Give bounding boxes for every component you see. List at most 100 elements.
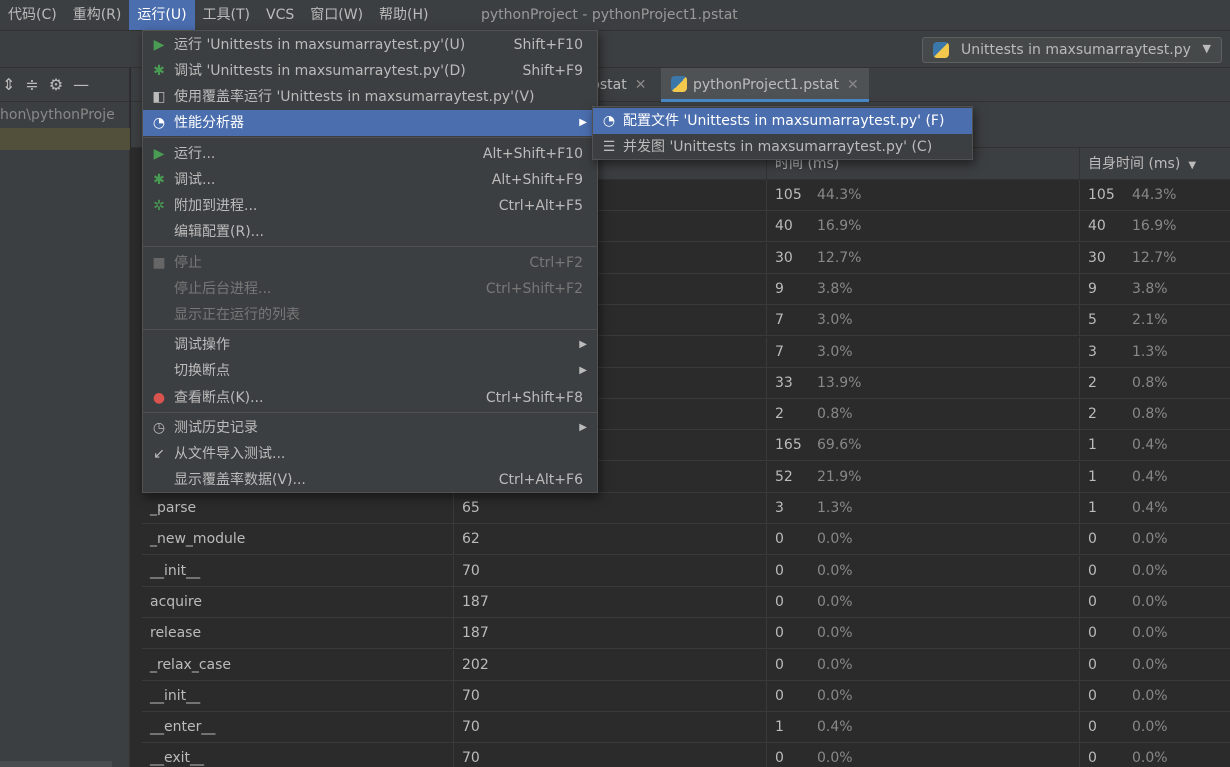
menu-concurrency-diagram[interactable]: ☰ 并发图 'Unittests in maxsumarraytest.py' … bbox=[593, 134, 972, 160]
call-count-cell: 70 bbox=[453, 712, 766, 744]
time-cell: 52 bbox=[766, 461, 811, 493]
menu-item-shortcut: Ctrl+F2 bbox=[529, 255, 583, 271]
own-time-cell: 40 bbox=[1079, 211, 1124, 243]
time-cell: 30 bbox=[766, 242, 811, 274]
own-time-cell: 0 bbox=[1079, 555, 1124, 587]
menu-run-ellipsis[interactable]: ▶ 运行... Alt+Shift+F10 bbox=[143, 141, 597, 167]
menu-debug-ellipsis[interactable]: ✱ 调试... Alt+Shift+F9 bbox=[143, 167, 597, 193]
python-config-icon bbox=[933, 42, 949, 58]
menu-code[interactable]: 代码(C) bbox=[0, 0, 65, 30]
menu-attach-to-process[interactable]: ✲ 附加到进程... Ctrl+Alt+F5 bbox=[143, 193, 597, 219]
menu-item-shortcut: Ctrl+Alt+F5 bbox=[498, 198, 583, 214]
menu-debug-unittests[interactable]: ✱ 调试 'Unittests in maxsumarraytest.py'(D… bbox=[143, 58, 597, 84]
own-time-percent-cell: 2.1% bbox=[1132, 312, 1168, 329]
own-time-percent-cell: 0.8% bbox=[1132, 374, 1168, 391]
menu-debug-actions[interactable]: 调试操作 ▶ bbox=[143, 332, 597, 358]
function-name-cell: acquire bbox=[150, 593, 202, 610]
menu-item-shortcut: Alt+Shift+F9 bbox=[491, 172, 583, 188]
menu-item-shortcut: Ctrl+Shift+F2 bbox=[485, 281, 583, 297]
run-menu: ▶ 运行 'Unittests in maxsumarraytest.py'(U… bbox=[142, 30, 598, 493]
project-path[interactable]: hon\pythonProje bbox=[0, 102, 129, 128]
table-row[interactable]: release 187 0 0.0% 0 0.0% bbox=[142, 618, 1230, 650]
time-percent-cell: 1.3% bbox=[817, 500, 853, 516]
menu-item-label: 编辑配置(R)... bbox=[174, 224, 265, 240]
menu-run-with-coverage[interactable]: ◧ 使用覆盖率运行 'Unittests in maxsumarraytest.… bbox=[143, 84, 597, 110]
time-cell: 1 bbox=[766, 712, 811, 744]
horizontal-scrollbar[interactable] bbox=[0, 761, 112, 767]
menu-import-tests[interactable]: ↙ 从文件导入测试... bbox=[143, 441, 597, 467]
table-row[interactable]: acquire 187 0 0.0% 0 0.0% bbox=[142, 586, 1230, 618]
menu-vcs[interactable]: VCS bbox=[258, 0, 302, 30]
profiler-submenu: ◔ 配置文件 'Unittests in maxsumarraytest.py'… bbox=[592, 106, 973, 160]
table-row[interactable]: __exit__ 70 0 0.0% 0 0.0% bbox=[142, 743, 1230, 767]
function-name-cell: _parse bbox=[150, 500, 197, 516]
call-count-cell: 202 bbox=[453, 649, 766, 681]
own-time-cell: 1 bbox=[1079, 461, 1124, 493]
debug-icon: ✱ bbox=[153, 172, 165, 188]
own-time-cell: 0 bbox=[1079, 712, 1124, 744]
table-row[interactable]: __init__ 70 0 0.0% 0 0.0% bbox=[142, 555, 1230, 587]
own-time-cell: 2 bbox=[1079, 367, 1124, 399]
table-row[interactable]: _parse 65 3 1.3% 1 0.4% bbox=[142, 493, 1230, 524]
time-percent-cell: 12.7% bbox=[817, 249, 862, 266]
own-time-cell: 0 bbox=[1079, 680, 1124, 712]
own-time-percent-cell: 0.0% bbox=[1132, 719, 1168, 736]
menu-item-label: 性能分析器 bbox=[174, 115, 244, 131]
run-config-label: Unittests in maxsumarraytest.py bbox=[961, 42, 1191, 58]
minimize-icon[interactable]: — bbox=[73, 75, 89, 94]
gear-icon[interactable]: ⚙ bbox=[49, 75, 63, 94]
menu-profiler[interactable]: ◔ 性能分析器 ▶ bbox=[143, 110, 597, 136]
function-name-cell: _relax_case bbox=[150, 656, 231, 673]
collapse-all-icon[interactable]: ≑ bbox=[25, 75, 38, 94]
function-name-cell: release bbox=[150, 625, 202, 642]
menu-profile-unittests[interactable]: ◔ 配置文件 'Unittests in maxsumarraytest.py'… bbox=[593, 108, 972, 134]
menu-item-label: 停止 bbox=[174, 255, 202, 271]
time-cell: 0 bbox=[766, 555, 811, 587]
time-cell: 105 bbox=[766, 180, 811, 211]
time-percent-cell: 0.0% bbox=[817, 593, 853, 610]
own-time-cell: 2 bbox=[1079, 399, 1124, 431]
menu-refactor[interactable]: 重构(R) bbox=[65, 0, 130, 30]
tab-pythonproject1-pstat[interactable]: pythonProject1.pstat ✕ bbox=[661, 68, 869, 102]
menu-help[interactable]: 帮助(H) bbox=[371, 0, 436, 30]
run-config-dropdown[interactable]: Unittests in maxsumarraytest.py ▼ bbox=[922, 37, 1222, 63]
table-row[interactable]: _relax_case 202 0 0.0% 0 0.0% bbox=[142, 649, 1230, 681]
submenu-arrow-icon: ▶ bbox=[579, 365, 587, 376]
table-row[interactable]: __init__ 70 0 0.0% 0 0.0% bbox=[142, 680, 1230, 712]
close-icon[interactable]: ✕ bbox=[847, 77, 859, 93]
table-row[interactable]: _new_module 62 0 0.0% 0 0.0% bbox=[142, 524, 1230, 556]
menu-run[interactable]: 运行(U) bbox=[129, 0, 195, 30]
menu-show-coverage-data[interactable]: 显示覆盖率数据(V)... Ctrl+Alt+F6 bbox=[143, 467, 597, 493]
own-time-percent-cell: 44.3% bbox=[1132, 187, 1177, 203]
own-time-label: 自身时间 (ms) bbox=[1088, 156, 1181, 172]
time-percent-cell: 16.9% bbox=[817, 218, 862, 235]
time-percent-cell: 0.0% bbox=[817, 562, 853, 579]
column-own-time-header[interactable]: 自身时间 (ms) ▼ bbox=[1079, 148, 1230, 180]
time-percent-cell: 69.6% bbox=[817, 437, 862, 454]
menu-item-label: 查看断点(K)... bbox=[174, 390, 264, 406]
time-percent-cell: 21.9% bbox=[817, 468, 862, 485]
menu-item-shortcut: Ctrl+Alt+F6 bbox=[498, 472, 583, 488]
menu-toggle-breakpoint[interactable]: 切换断点 ▶ bbox=[143, 358, 597, 384]
menu-tools[interactable]: 工具(T) bbox=[195, 0, 258, 30]
close-icon[interactable]: ✕ bbox=[635, 77, 647, 93]
table-row[interactable]: __enter__ 70 1 0.4% 0 0.0% bbox=[142, 712, 1230, 744]
menu-separator bbox=[143, 246, 597, 247]
menu-window[interactable]: 窗口(W) bbox=[302, 0, 371, 30]
menu-item-label: 调试操作 bbox=[174, 337, 230, 353]
project-selected-row[interactable] bbox=[0, 128, 130, 150]
time-percent-cell: 0.0% bbox=[817, 625, 853, 642]
own-time-cell: 1 bbox=[1079, 493, 1124, 524]
menu-edit-configurations[interactable]: 编辑配置(R)... bbox=[143, 219, 597, 245]
menu-run-unittests[interactable]: ▶ 运行 'Unittests in maxsumarraytest.py'(U… bbox=[143, 32, 597, 58]
expand-all-icon[interactable]: ⇕ bbox=[2, 75, 15, 94]
own-time-percent-cell: 0.0% bbox=[1132, 687, 1168, 704]
sort-desc-icon: ▼ bbox=[1188, 160, 1197, 171]
own-time-percent-cell: 0.0% bbox=[1132, 562, 1168, 579]
menu-test-history[interactable]: ◷ 测试历史记录 ▶ bbox=[143, 415, 597, 441]
own-time-cell: 0 bbox=[1079, 618, 1124, 650]
call-count-cell: 187 bbox=[453, 618, 766, 650]
menu-view-breakpoints[interactable]: ● 查看断点(K)... Ctrl+Shift+F8 bbox=[143, 385, 597, 411]
menu-item-label: 附加到进程... bbox=[174, 198, 258, 214]
own-time-cell: 0 bbox=[1079, 586, 1124, 618]
